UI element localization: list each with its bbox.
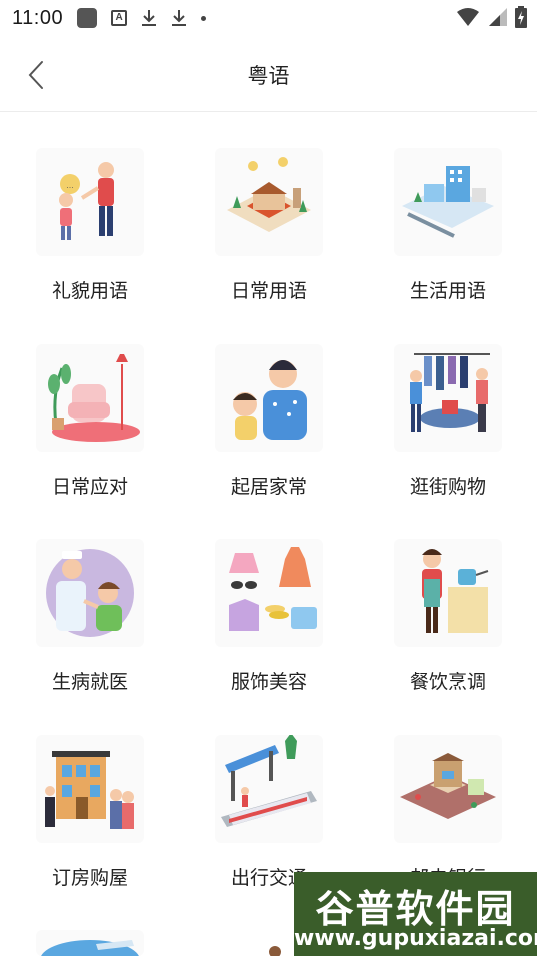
cooking-illustration	[394, 539, 502, 647]
category-medical[interactable]: 生病就医	[10, 503, 170, 693]
category-cooking[interactable]: 餐饮烹调	[368, 503, 528, 693]
category-home-life[interactable]: 起居家常	[189, 308, 349, 498]
category-post-bank[interactable]: 邮电银行	[368, 699, 528, 889]
medical-illustration	[36, 539, 144, 647]
category-daily-response[interactable]: 日常应对	[10, 308, 170, 498]
notification-icons: A	[77, 8, 207, 28]
category-label: 日常应对	[51, 477, 128, 498]
status-time: 11:00	[12, 6, 64, 29]
category-polite-phrases[interactable]: … 礼貌用语	[10, 112, 170, 302]
app-header: 粤语	[0, 36, 537, 112]
fashion-illustration	[215, 539, 323, 647]
category-label: 餐饮烹调	[409, 672, 486, 693]
category-shopping[interactable]: 逛街购物	[368, 308, 528, 498]
polite-phrases-illustration: …	[36, 148, 144, 256]
category-label: 逛街购物	[409, 477, 486, 498]
category-label: 订房购屋	[51, 868, 128, 889]
home-life-illustration	[215, 344, 323, 452]
dot-icon	[201, 15, 207, 21]
category-daily-phrases[interactable]: 日常用语	[189, 112, 349, 302]
wifi-icon	[457, 8, 479, 26]
housing-illustration	[36, 735, 144, 843]
category-fashion[interactable]: 服饰美容	[189, 503, 349, 693]
category-label: 服饰美容	[230, 672, 307, 693]
category-life-phrases[interactable]: 生活用语	[368, 112, 528, 302]
category-label: 日常用语	[230, 281, 307, 302]
system-icons	[457, 6, 527, 28]
transport-illustration	[215, 735, 323, 843]
post-bank-illustration	[394, 735, 502, 843]
category-label: 礼貌用语	[51, 281, 128, 302]
page-title: 粤语	[247, 65, 290, 88]
signal-icon	[489, 8, 507, 26]
category-label: 生活用语	[409, 281, 486, 302]
app-icon	[77, 8, 98, 28]
shopping-illustration	[394, 344, 502, 452]
daily-response-illustration	[36, 344, 144, 452]
category-housing[interactable]: 订房购屋	[10, 699, 170, 889]
watermark-url: www.gupuxiazai.com	[294, 926, 537, 951]
category-label: 起居家常	[230, 477, 307, 498]
download-icon	[172, 10, 187, 26]
watermark-title: 谷普软件园	[315, 889, 516, 931]
status-bar: 11:00 A	[0, 0, 537, 36]
battery-icon	[515, 6, 527, 28]
download-icon	[142, 10, 157, 26]
partial-illustration	[36, 930, 144, 956]
svg-text:…: …	[66, 181, 74, 190]
category-partial-1[interactable]	[10, 894, 170, 956]
a-icon: A	[111, 10, 128, 26]
category-label: 生病就医	[51, 672, 128, 693]
category-transport[interactable]: 出行交通	[189, 699, 349, 889]
watermark-banner: 谷普软件园 www.gupuxiazai.com	[294, 872, 537, 956]
daily-phrases-illustration	[215, 148, 323, 256]
life-phrases-illustration	[394, 148, 502, 256]
